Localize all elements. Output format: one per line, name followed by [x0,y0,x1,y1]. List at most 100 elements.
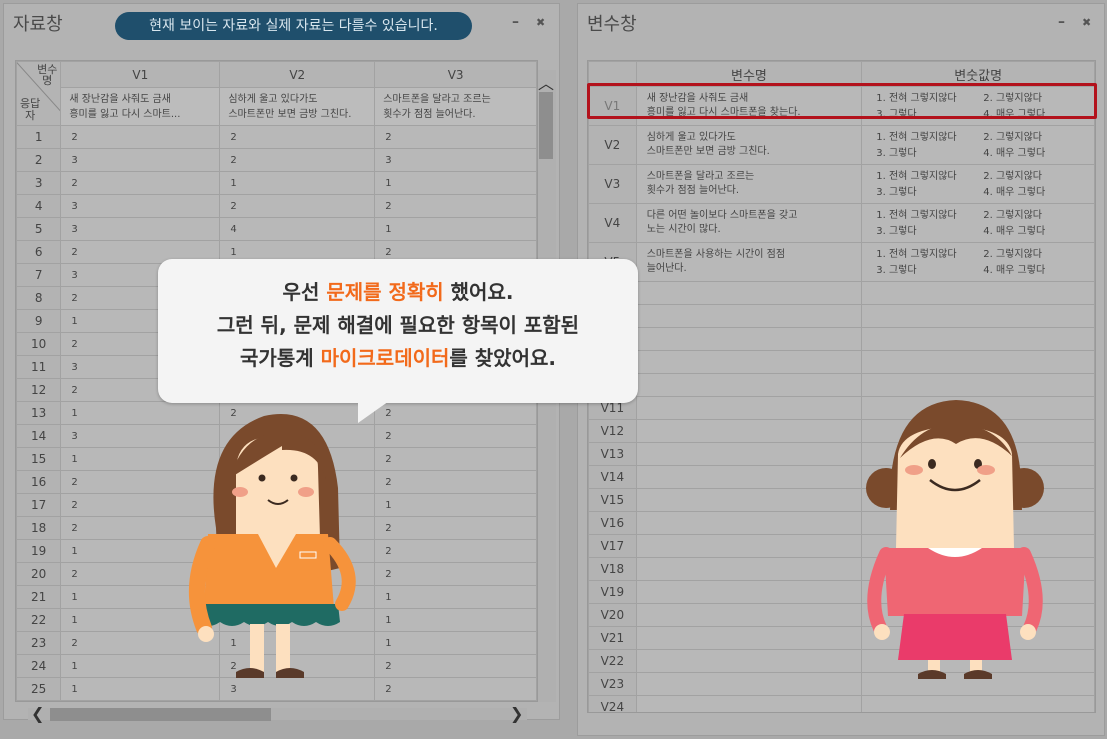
data-cell[interactable]: 3 [60,194,221,218]
data-cell[interactable]: 2 [374,424,537,448]
data-cell[interactable]: 2 [374,562,537,586]
data-cell[interactable]: 1 [219,171,376,195]
row-number[interactable]: 24 [16,654,62,678]
variable-row[interactable]: V5스마트폰을 사용하는 시간이 점점늘어난다.1. 전혀 그렇지않다2. 그렇… [588,242,1095,282]
row-number[interactable]: 6 [16,240,62,264]
row-number[interactable]: 15 [16,447,62,471]
data-panel-title: 자료창 [13,14,63,35]
variable-name [635,281,863,305]
data-cell[interactable]: 2 [219,194,376,218]
table-row[interactable]: 5341 [16,217,537,241]
minimize-button[interactable]: – [512,14,519,30]
data-cell[interactable]: 3 [60,148,221,172]
row-number[interactable]: 25 [16,677,62,701]
variable-row[interactable]: V6 [588,281,1095,305]
horizontal-scroll-thumb[interactable] [50,708,271,721]
data-cell[interactable]: 4 [219,217,376,241]
data-cell[interactable]: 2 [374,194,537,218]
data-cell[interactable]: 2 [374,125,537,149]
value-labels [861,373,1095,397]
row-number[interactable]: 7 [16,263,62,287]
data-cell[interactable]: 2 [60,125,221,149]
row-number[interactable]: 16 [16,470,62,494]
variable-row[interactable]: V4 다른 어떤 놀이보다 스마트폰을 갖고 노는 시간이 많다. 1. 전혀 그렇지… [588,203,1095,243]
data-cell[interactable]: 2 [374,516,537,540]
close-icon[interactable]: ✖ [1082,16,1091,29]
selected-row-highlight [587,83,1097,119]
table-row[interactable]: 1222 [16,125,537,149]
row-number[interactable]: 2 [16,148,62,172]
data-cell[interactable]: 1 [374,217,537,241]
speech-bubble-tail [358,399,392,423]
column-header[interactable]: V3 [374,61,537,88]
data-cell[interactable]: 2 [374,401,537,425]
row-number[interactable]: 3 [16,171,62,195]
row-number[interactable]: 12 [16,378,62,402]
vertical-scroll-thumb[interactable] [539,92,553,159]
variable-id: V18 [588,557,637,581]
row-number[interactable]: 5 [16,217,62,241]
row-number[interactable]: 21 [16,585,62,609]
row-number[interactable]: 17 [16,493,62,517]
scroll-left-icon[interactable]: ❮ [31,704,44,723]
table-row[interactable]: 3211 [16,171,537,195]
scroll-up-icon[interactable]: ︿ [538,70,554,94]
variable-row[interactable]: V7 [588,304,1095,328]
girl-character-illustration [188,414,356,678]
variable-row[interactable]: V3 스마트폰을 달라고 조르는 횟수가 점점 늘어난다. 1. 전혀 그렇지않다 2.… [588,164,1095,204]
row-number[interactable]: 8 [16,286,62,310]
close-icon[interactable]: ✖ [536,16,545,29]
variable-panel-title: 변수창 [587,14,637,35]
variable-row[interactable]: V2 심하게 울고 있다가도 스마트폰만 보면 금방 그친다. 1. 전혀 그렇지않다… [588,125,1095,165]
data-cell[interactable]: 1 [374,493,537,517]
variable-name [635,695,863,712]
value-label: 4. 매우 그렇다 [983,147,1046,159]
value-label: 3. 그렇다 [876,225,917,237]
variable-row[interactable]: V10 [588,373,1095,397]
variable-row[interactable]: V8 [588,327,1095,351]
row-number[interactable]: 11 [16,355,62,379]
data-cell[interactable]: 1 [374,631,537,655]
variable-row[interactable]: V24 [588,695,1095,712]
data-cell[interactable]: 2 [60,171,221,195]
value-label: 1. 전혀 그렇지않다 [876,131,957,143]
row-number[interactable]: 23 [16,631,62,655]
data-cell[interactable]: 1 [374,585,537,609]
data-cell[interactable]: 2 [374,654,537,678]
value-labels [861,304,1095,328]
variable-name [635,534,863,558]
row-number[interactable]: 9 [16,309,62,333]
data-cell[interactable]: 2 [374,539,537,563]
table-row[interactable]: 4322 [16,194,537,218]
data-cell[interactable]: 2 [219,148,376,172]
row-number[interactable]: 13 [16,401,62,425]
scroll-right-icon[interactable]: ❯ [510,704,523,723]
variable-name: 심하게 울고 있다가도 스마트폰만 보면 금방 그친다. [635,125,863,165]
data-cell[interactable]: 3 [374,148,537,172]
data-cell[interactable]: 1 [374,608,537,632]
variable-name [635,327,863,351]
data-cell[interactable]: 2 [374,447,537,471]
data-cell[interactable]: 2 [219,125,376,149]
variable-name [635,373,863,397]
row-number[interactable]: 18 [16,516,62,540]
row-number[interactable]: 4 [16,194,62,218]
column-header[interactable]: V1 [60,61,221,88]
variable-row[interactable]: V9 [588,350,1095,374]
value-labels: 1. 전혀 그렇지않다 2. 그렇지않다 3. 그렇다 4. 매우 그렇다 [861,164,1095,204]
value-label: 3. 그렇다 [876,186,917,198]
row-number[interactable]: 20 [16,562,62,586]
row-number[interactable]: 14 [16,424,62,448]
column-header[interactable]: V2 [219,61,376,88]
notice-badge: 현재 보이는 자료와 실제 자료는 다를수 있습니다. [115,12,472,40]
data-cell[interactable]: 1 [374,171,537,195]
data-cell[interactable]: 3 [60,217,221,241]
table-row[interactable]: 2323 [16,148,537,172]
row-number[interactable]: 19 [16,539,62,563]
minimize-button[interactable]: – [1058,14,1065,30]
data-cell[interactable]: 2 [374,470,537,494]
row-number[interactable]: 22 [16,608,62,632]
data-cell[interactable]: 2 [374,677,537,701]
row-number[interactable]: 1 [16,125,62,149]
row-number[interactable]: 10 [16,332,62,356]
